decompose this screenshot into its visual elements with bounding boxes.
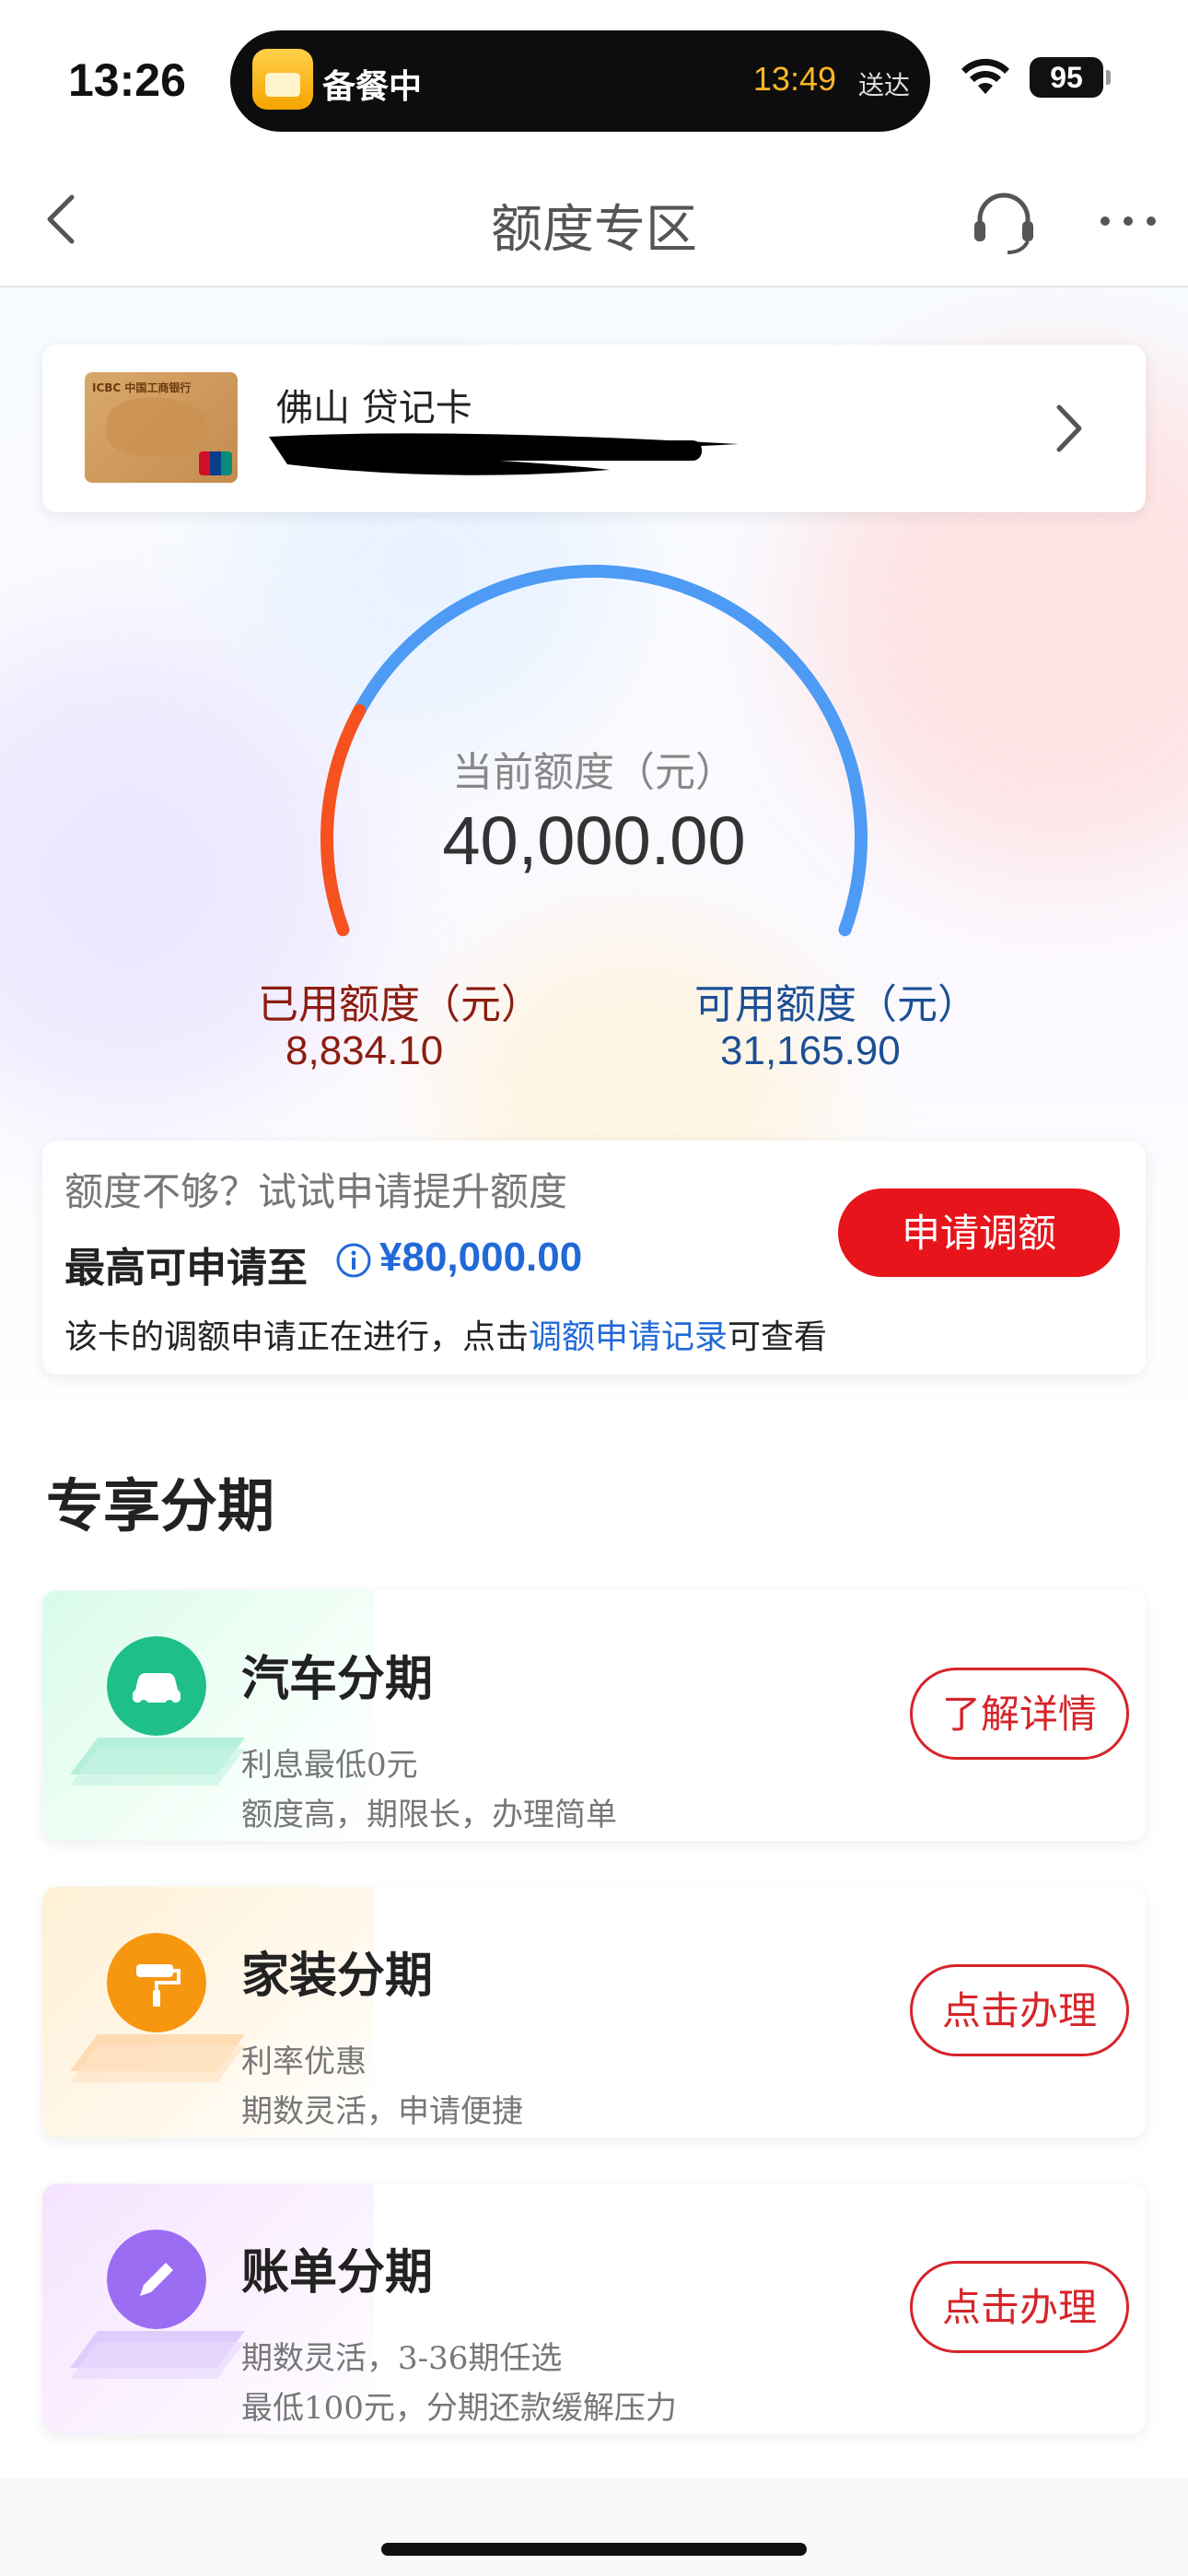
item-desc-2: 期数灵活，申请便捷 [241, 2093, 523, 2130]
live-activity-suffix: 送达 [857, 70, 910, 100]
current-limit-value: 40,000.00 [442, 802, 746, 879]
note-suffix: 可查看 [728, 1318, 828, 1356]
apply-now-button[interactable]: 点击办理 [910, 1964, 1129, 2056]
item-title: 账单分期 [241, 2245, 434, 2301]
used-limit-value: 8,834.10 [285, 1028, 444, 1073]
plate-decoration [70, 1738, 245, 1786]
item-desc-2: 额度高，期限长，办理简单 [241, 1797, 617, 1833]
paint-roller-icon [107, 1933, 206, 2032]
installment-item-car[interactable]: 汽车分期 利息最低0元 额度高，期限长，办理简单 了解详情 [42, 1590, 1146, 1841]
item-desc-1: 利率优惠 [241, 2043, 367, 2080]
available-limit-label: 可用额度（元） [694, 981, 978, 1028]
max-apply-label: 最高可申请至 [64, 1245, 308, 1292]
card-name: 佛山 贷记卡 [276, 387, 472, 429]
apply-now-button[interactable]: 点击办理 [910, 2261, 1129, 2353]
item-title: 汽车分期 [241, 1652, 434, 1707]
pencil-icon [107, 2230, 206, 2329]
status-bar: 13:26 备餐中 13:49 送达 95 [0, 0, 1188, 157]
home-indicator[interactable] [381, 2543, 807, 2556]
more-dots-icon[interactable] [1096, 198, 1160, 244]
food-box-icon [252, 49, 313, 110]
apply-increase-button[interactable]: 申请调额 [838, 1188, 1120, 1277]
card-selector[interactable]: ICBC 中国工商银行 佛山 贷记卡 [42, 345, 1146, 512]
item-desc-2: 最低100元，分期还款缓解压力 [241, 2390, 677, 2427]
live-activity-eta: 13:49 [752, 60, 836, 98]
unionpay-logo [199, 451, 232, 475]
learn-more-button[interactable]: 了解详情 [910, 1668, 1129, 1760]
used-limit-label: 已用额度（元） [258, 981, 542, 1028]
status-time: 13:26 [68, 54, 186, 106]
live-activity[interactable]: 备餐中 13:49 送达 [230, 30, 930, 132]
apply-record-link[interactable]: 调额申请记录 [529, 1318, 728, 1356]
item-desc-1: 期数灵活，3-36期任选 [241, 2340, 563, 2377]
bottom-area [0, 2478, 1188, 2576]
card-image: ICBC 中国工商银行 [85, 372, 238, 483]
increase-hint: 额度不够？试试申请提升额度 [64, 1169, 568, 1214]
battery-indicator: 95 [1030, 57, 1103, 98]
info-icon[interactable] [335, 1242, 372, 1279]
car-icon [107, 1636, 206, 1736]
card-bank-text: ICBC 中国工商银行 [92, 381, 192, 394]
item-desc-1: 利息最低0元 [241, 1747, 418, 1784]
headset-icon[interactable] [967, 184, 1041, 258]
limit-increase-panel: 额度不够？试试申请提升额度 最高可申请至 ¥80,000.00 该卡的调额申请正… [42, 1141, 1146, 1375]
redacted-card-number [269, 433, 739, 475]
live-activity-label: 备餐中 [322, 68, 423, 106]
wifi-icon [961, 58, 1009, 94]
plate-decoration [70, 2034, 245, 2082]
nav-bar: 额度专区 [0, 157, 1188, 287]
plate-decoration [70, 2331, 245, 2379]
installments-title: 专享分期 [46, 1472, 275, 1540]
chevron-right-icon[interactable] [1046, 396, 1092, 461]
note-prefix: 该卡的调额申请正在进行，点击 [64, 1318, 530, 1356]
current-limit-label: 当前额度（元） [452, 749, 736, 796]
available-limit-value: 31,165.90 [720, 1028, 901, 1073]
installment-item-bill[interactable]: 账单分期 期数灵活，3-36期任选 最低100元，分期还款缓解压力 点击办理 [42, 2184, 1146, 2434]
increase-note: 该卡的调额申请正在进行，点击调额申请记录可查看 [64, 1310, 827, 1358]
item-title: 家装分期 [241, 1949, 434, 2004]
max-apply-value: ¥80,000.00 [379, 1235, 583, 1280]
battery-tip [1106, 70, 1111, 85]
installment-item-home[interactable]: 家装分期 利率优惠 期数灵活，申请便捷 点击办理 [42, 1887, 1146, 2137]
